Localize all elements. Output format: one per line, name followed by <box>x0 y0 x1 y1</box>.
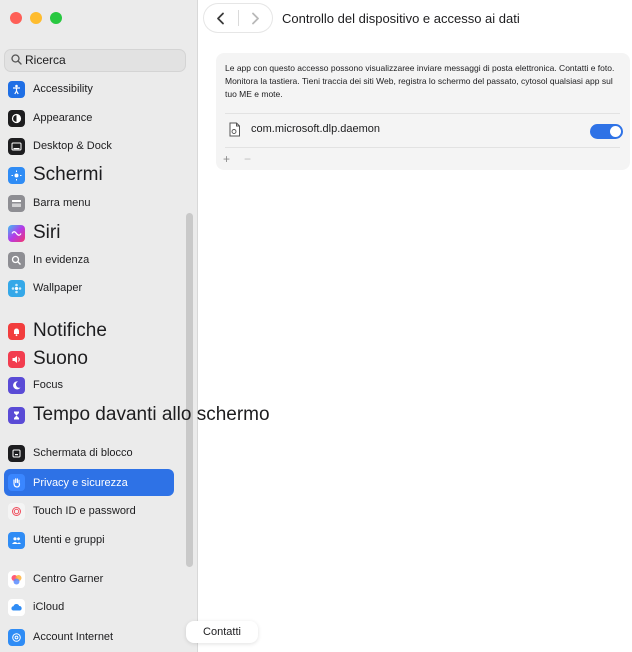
navigation-buttons <box>204 4 272 32</box>
dock-icon <box>8 137 25 155</box>
sound-icon <box>8 350 25 368</box>
window-controls <box>10 12 62 24</box>
sidebar-item-label: Touch ID e password <box>33 505 136 517</box>
sidebar-item-label: Centro Garner <box>33 573 104 585</box>
chevron-right-icon <box>251 12 259 24</box>
game-center-icon <box>8 570 25 588</box>
search-input[interactable] <box>25 52 175 68</box>
search-field[interactable] <box>4 49 186 72</box>
sidebar-item-label: Schermi <box>33 164 103 185</box>
sidebar-item-label: Appearance <box>33 112 93 124</box>
sidebar-item-accessibility[interactable]: Accessibility <box>4 76 174 102</box>
document-icon <box>229 122 240 137</box>
appearance-icon <box>8 109 25 127</box>
sidebar-item-icloud[interactable]: iCloud <box>4 594 174 620</box>
sidebar-item-label: Accessibility <box>33 83 93 95</box>
lock-screen-icon <box>8 444 25 462</box>
siri-icon <box>8 224 25 242</box>
sidebar-item-label: Schermata di blocco <box>33 447 133 459</box>
sidebar-item-screen-time[interactable]: Tempo davanti allo schermo <box>4 402 270 428</box>
sidebar-item-label: Utenti e gruppi <box>33 534 105 546</box>
sidebar-item-label: Suono <box>33 348 88 369</box>
sidebar-item-internet-accounts[interactable]: Account Internet <box>4 624 174 650</box>
sidebar-item-spotlight[interactable]: In evidenza <box>4 247 174 273</box>
notifications-icon <box>8 322 25 340</box>
displays-icon <box>8 166 25 184</box>
sidebar-item-users-groups[interactable]: Utenti e gruppi <box>4 527 174 553</box>
app-name: com.microsoft.dlp.daemon <box>251 123 380 135</box>
users-icon <box>8 531 25 549</box>
sidebar-item-label: Desktop & Dock <box>33 140 112 152</box>
panel-divider <box>225 113 620 114</box>
sidebar-item-label: Account Internet <box>33 631 114 643</box>
sidebar-item-label: Privacy e sicurezza <box>33 476 128 489</box>
menu-bar-icon <box>8 194 25 212</box>
sidebar-item-label: Wallpaper <box>33 282 83 294</box>
sidebar-item-label: Focus <box>33 379 63 391</box>
sidebar-item-label: In evidenza <box>33 254 90 266</box>
sidebar-item-displays[interactable]: Schermi <box>4 162 174 188</box>
forward-button[interactable] <box>238 4 272 32</box>
tooltip-contacts: Contatti <box>186 621 258 643</box>
zoom-button[interactable] <box>50 12 62 24</box>
app-access-toggle[interactable] <box>590 124 623 139</box>
sidebar-item-lock-screen[interactable]: Schermata di blocco <box>4 440 174 466</box>
remove-button[interactable]: − <box>244 152 251 166</box>
search-icon <box>11 54 22 65</box>
sidebar-item-desktop-dock[interactable]: Desktop & Dock <box>4 133 174 159</box>
fingerprint-icon <box>8 502 25 520</box>
sidebar-item-siri[interactable]: Siri <box>4 220 174 246</box>
sidebar-item-label: iCloud <box>33 601 65 613</box>
sidebar-item-label: Tempo davanti allo schermo <box>33 404 270 425</box>
chevron-left-icon <box>217 12 225 24</box>
sidebar-item-sound[interactable]: Suono <box>4 346 174 372</box>
sidebar: Accessibility Appearance Desktop & Dock … <box>0 0 270 652</box>
icloud-icon <box>8 598 25 616</box>
spotlight-icon <box>8 251 25 269</box>
page-title: Controllo del dispositivo e accesso ai d… <box>282 11 520 26</box>
screen-time-icon <box>8 406 25 424</box>
sidebar-item-menu-bar[interactable]: Barra menu <box>4 190 174 216</box>
wallpaper-icon <box>8 279 25 297</box>
panel-divider <box>225 147 620 148</box>
sidebar-item-focus[interactable]: Focus <box>4 372 174 398</box>
back-button[interactable] <box>204 4 238 32</box>
hand-icon <box>8 474 25 491</box>
sidebar-item-notifications[interactable]: Notifiche <box>4 318 174 344</box>
sidebar-item-wallpaper[interactable]: Wallpaper <box>4 275 174 301</box>
access-description: Le app con questo accesso possono visual… <box>225 63 615 99</box>
sidebar-item-game-center[interactable]: Centro Garner <box>4 566 174 592</box>
access-panel: Le app con questo accesso possono visual… <box>216 53 630 170</box>
sidebar-item-touch-id[interactable]: Touch ID e password <box>4 498 174 524</box>
sidebar-scrollbar[interactable] <box>186 213 193 567</box>
sidebar-item-label: Barra menu <box>33 197 91 209</box>
sidebar-item-label: Siri <box>33 222 61 243</box>
sidebar-item-appearance[interactable]: Appearance <box>4 105 174 131</box>
accessibility-icon <box>8 80 25 98</box>
minimize-button[interactable] <box>30 12 42 24</box>
sidebar-item-privacy-security[interactable]: Privacy e sicurezza <box>4 469 174 496</box>
internet-accounts-icon <box>8 628 25 646</box>
add-button[interactable]: + <box>223 152 230 166</box>
focus-icon <box>8 376 25 394</box>
toggle-knob <box>610 126 621 137</box>
sidebar-item-label: Notifiche <box>33 320 107 341</box>
close-button[interactable] <box>10 12 22 24</box>
